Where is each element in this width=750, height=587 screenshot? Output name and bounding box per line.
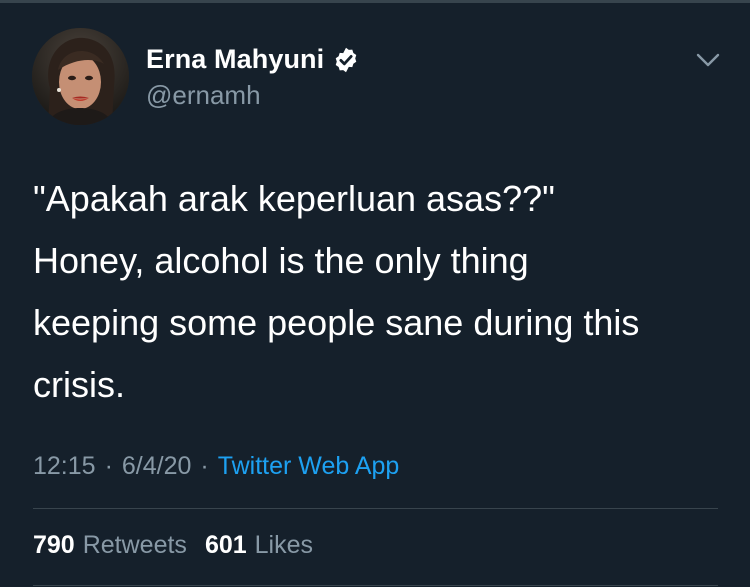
likes-stat[interactable]: 601 Likes bbox=[205, 531, 313, 560]
tweet-time[interactable]: 12:15 bbox=[33, 452, 96, 481]
author-name-row[interactable]: Erna Mahyuni bbox=[146, 44, 360, 75]
divider bbox=[33, 585, 718, 586]
tweet-meta: 12:15 · 6/4/20 · Twitter Web App bbox=[33, 452, 399, 481]
tweet-text-line: crisis. bbox=[33, 364, 125, 405]
retweets-stat[interactable]: 790 Retweets bbox=[33, 531, 187, 560]
author-handle[interactable]: @ernamh bbox=[146, 80, 261, 111]
top-divider bbox=[0, 0, 750, 3]
avatar-photo bbox=[32, 28, 129, 125]
tweet-text: "Apakah arak keperluan asas??" Honey, al… bbox=[33, 168, 723, 416]
tweet-text-line: Honey, alcohol is the only thing bbox=[33, 240, 529, 281]
meta-separator: · bbox=[200, 452, 209, 480]
display-name[interactable]: Erna Mahyuni bbox=[146, 44, 324, 75]
likes-label: Likes bbox=[254, 531, 314, 559]
chevron-down-icon[interactable] bbox=[693, 48, 723, 72]
tweet-date[interactable]: 6/4/20 bbox=[122, 452, 192, 481]
retweets-count: 790 bbox=[33, 531, 75, 559]
divider bbox=[33, 508, 718, 509]
tweet-text-line: keeping some people sane during this bbox=[33, 302, 640, 343]
verified-badge-icon bbox=[332, 46, 360, 74]
retweets-label: Retweets bbox=[82, 531, 187, 559]
tweet-text-line: "Apakah arak keperluan asas??" bbox=[33, 178, 555, 219]
tweet-source-link[interactable]: Twitter Web App bbox=[218, 452, 400, 481]
likes-count: 601 bbox=[204, 531, 247, 559]
meta-separator: · bbox=[104, 452, 113, 480]
avatar[interactable] bbox=[32, 28, 129, 125]
tweet-stats: 790 Retweets 601 Likes bbox=[33, 531, 313, 560]
tweet-card: Erna Mahyuni @ernamh "Apakah arak keperl… bbox=[0, 0, 750, 587]
